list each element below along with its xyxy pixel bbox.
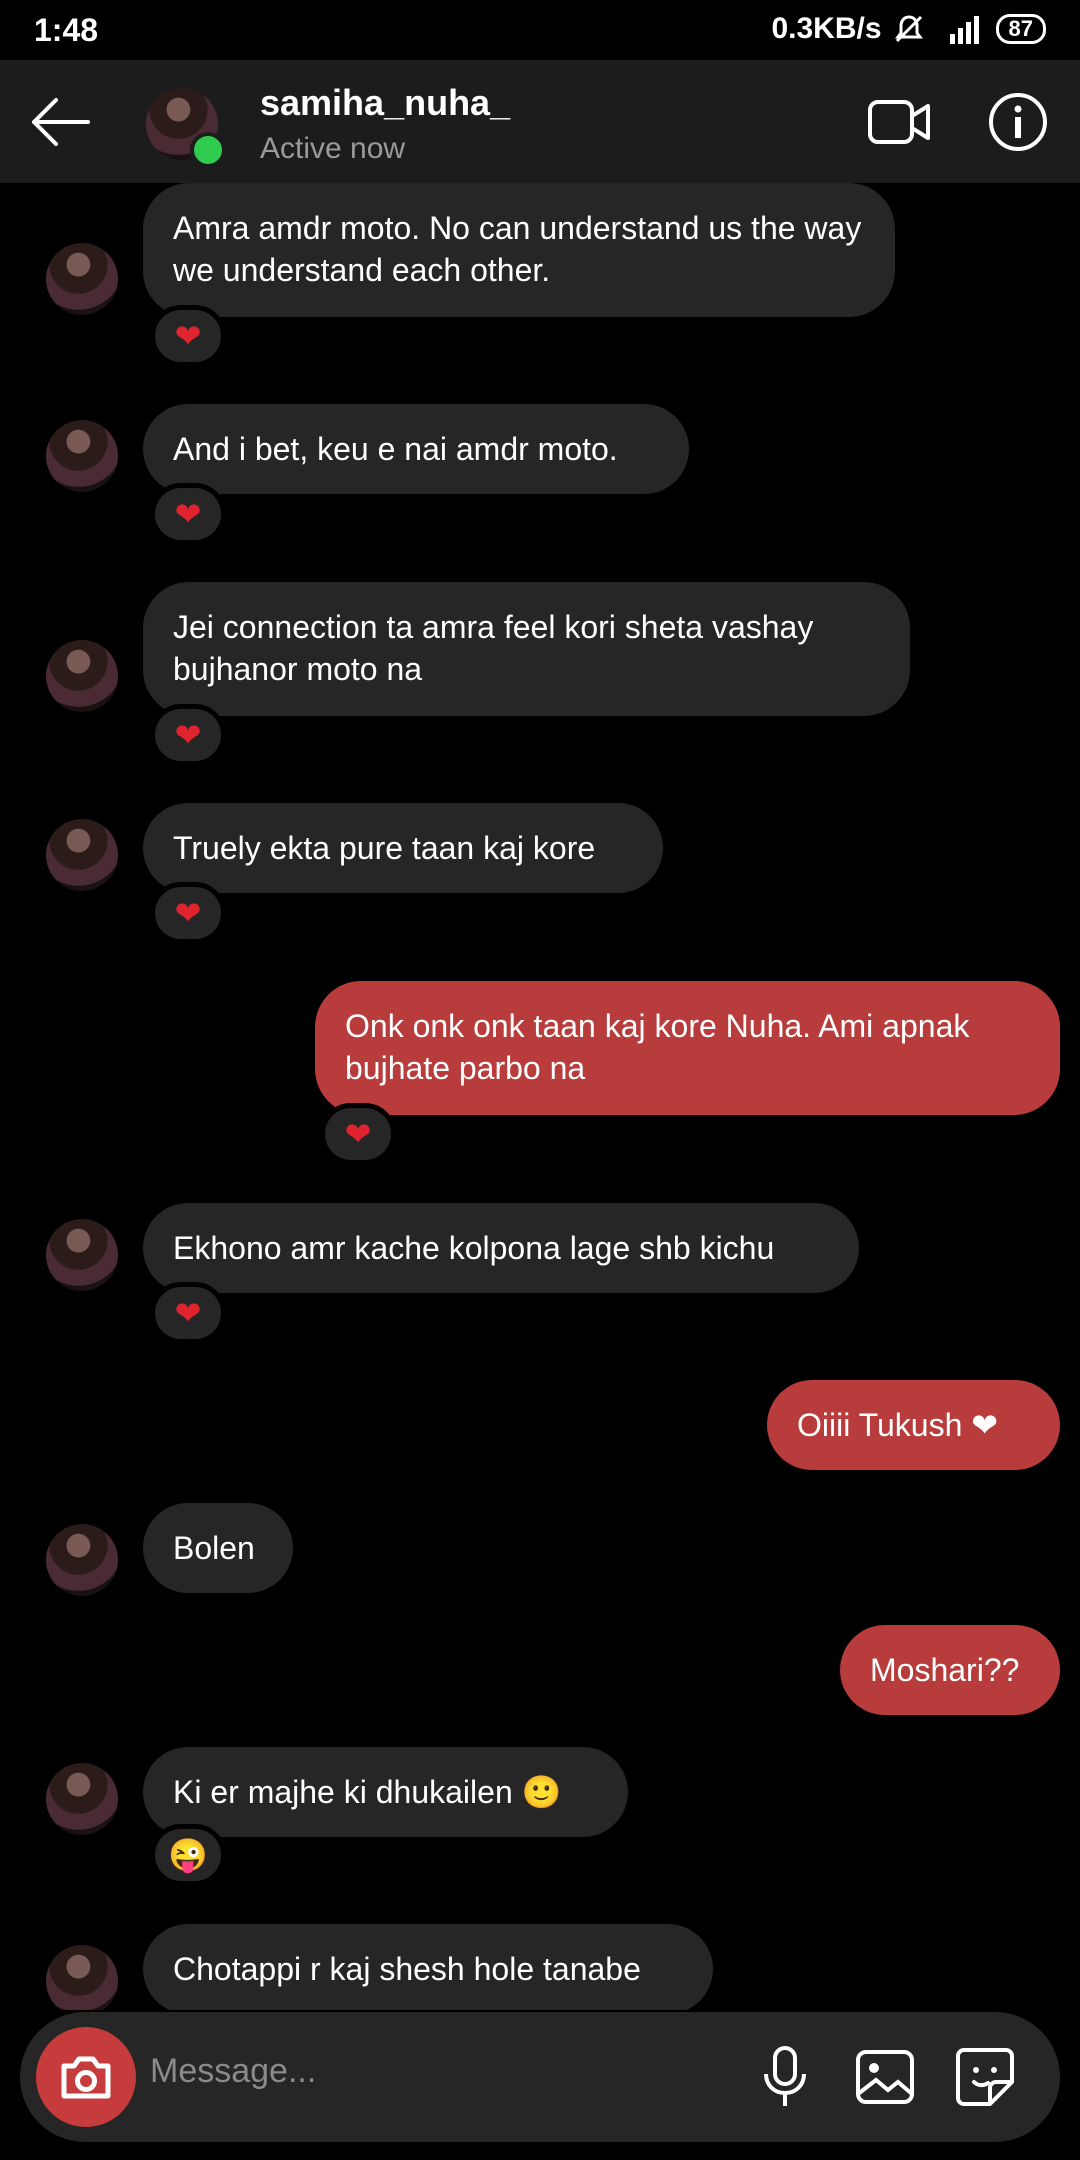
sender-avatar[interactable] (46, 1524, 118, 1596)
video-camera-icon (868, 100, 930, 144)
message-bubble-incoming[interactable]: Chotappi r kaj shesh hole tanabe (143, 1924, 713, 2010)
active-status: Active now (260, 132, 406, 165)
mute-bell-icon (894, 15, 923, 43)
status-time: 1:48 (34, 12, 99, 48)
sticker-icon (956, 2048, 1014, 2106)
sender-avatar[interactable] (46, 243, 118, 315)
sender-avatar[interactable] (46, 1219, 118, 1291)
message-bubble-incoming[interactable]: Truely ekta pure taan kaj kore (143, 803, 663, 893)
battery-indicator: 87 (995, 14, 1046, 44)
message-bubble-outgoing[interactable]: Onk onk onk taan kaj kore Nuha. Ami apna… (315, 981, 1060, 1115)
message-composer: Message... (20, 2012, 1060, 2142)
sender-avatar[interactable] (46, 420, 118, 492)
camera-icon (61, 2056, 111, 2099)
info-button[interactable] (986, 90, 1050, 154)
info-icon (989, 93, 1047, 151)
sender-avatar[interactable] (46, 1945, 118, 2010)
heart-reaction[interactable]: ❤ (150, 305, 226, 367)
message-bubble-incoming[interactable]: Ekhono amr kache kolpona lage shb kichu (143, 1203, 859, 1293)
heart-reaction[interactable]: ❤ (150, 882, 226, 944)
emoji-reaction[interactable]: 😜 (150, 1824, 226, 1886)
sender-avatar[interactable] (46, 640, 118, 712)
message-bubble-outgoing[interactable]: Oiiii Tukush ❤ (767, 1380, 1060, 1470)
gallery-button[interactable] (850, 2042, 920, 2112)
chat-header: samiha_nuha_ Active now (0, 60, 1080, 183)
heart-reaction[interactable]: ❤ (150, 483, 226, 545)
arrow-left-icon (32, 98, 90, 146)
message-bubble-incoming[interactable]: Jei connection ta amra feel kori sheta v… (143, 582, 910, 716)
online-indicator (190, 132, 226, 168)
heart-reaction[interactable]: ❤ (320, 1103, 396, 1165)
message-list[interactable]: Amra amdr moto. No can understand us the… (0, 183, 1080, 2010)
message-bubble-incoming[interactable]: Amra amdr moto. No can understand us the… (143, 183, 895, 317)
voice-message-button[interactable] (750, 2042, 820, 2112)
back-button[interactable] (28, 90, 92, 154)
camera-button[interactable] (36, 2027, 136, 2127)
message-bubble-incoming[interactable]: Bolen (143, 1503, 293, 1593)
video-call-button[interactable] (866, 90, 932, 154)
message-bubble-incoming[interactable]: Ki er majhe ki dhukailen 🙂 (143, 1747, 628, 1837)
sticker-button[interactable] (950, 2042, 1020, 2112)
sender-avatar[interactable] (46, 819, 118, 891)
heart-reaction[interactable]: ❤ (150, 704, 226, 766)
network-speed: 0.3KB/s (771, 12, 882, 45)
message-bubble-outgoing[interactable]: Moshari?? (840, 1625, 1060, 1715)
image-icon (856, 2050, 914, 2104)
username[interactable]: samiha_nuha_ (260, 82, 510, 124)
status-bar: 1:48 0.3KB/s 87 (0, 0, 1080, 60)
status-right: 0.3KB/s 87 (771, 12, 1046, 46)
message-input[interactable]: Message... (150, 2052, 316, 2091)
message-bubble-incoming[interactable]: And i bet, keu e nai amdr moto. (143, 404, 689, 494)
microphone-icon (764, 2046, 806, 2106)
signal-icon (949, 16, 979, 44)
heart-reaction[interactable]: ❤ (150, 1282, 226, 1344)
sender-avatar[interactable] (46, 1763, 118, 1835)
